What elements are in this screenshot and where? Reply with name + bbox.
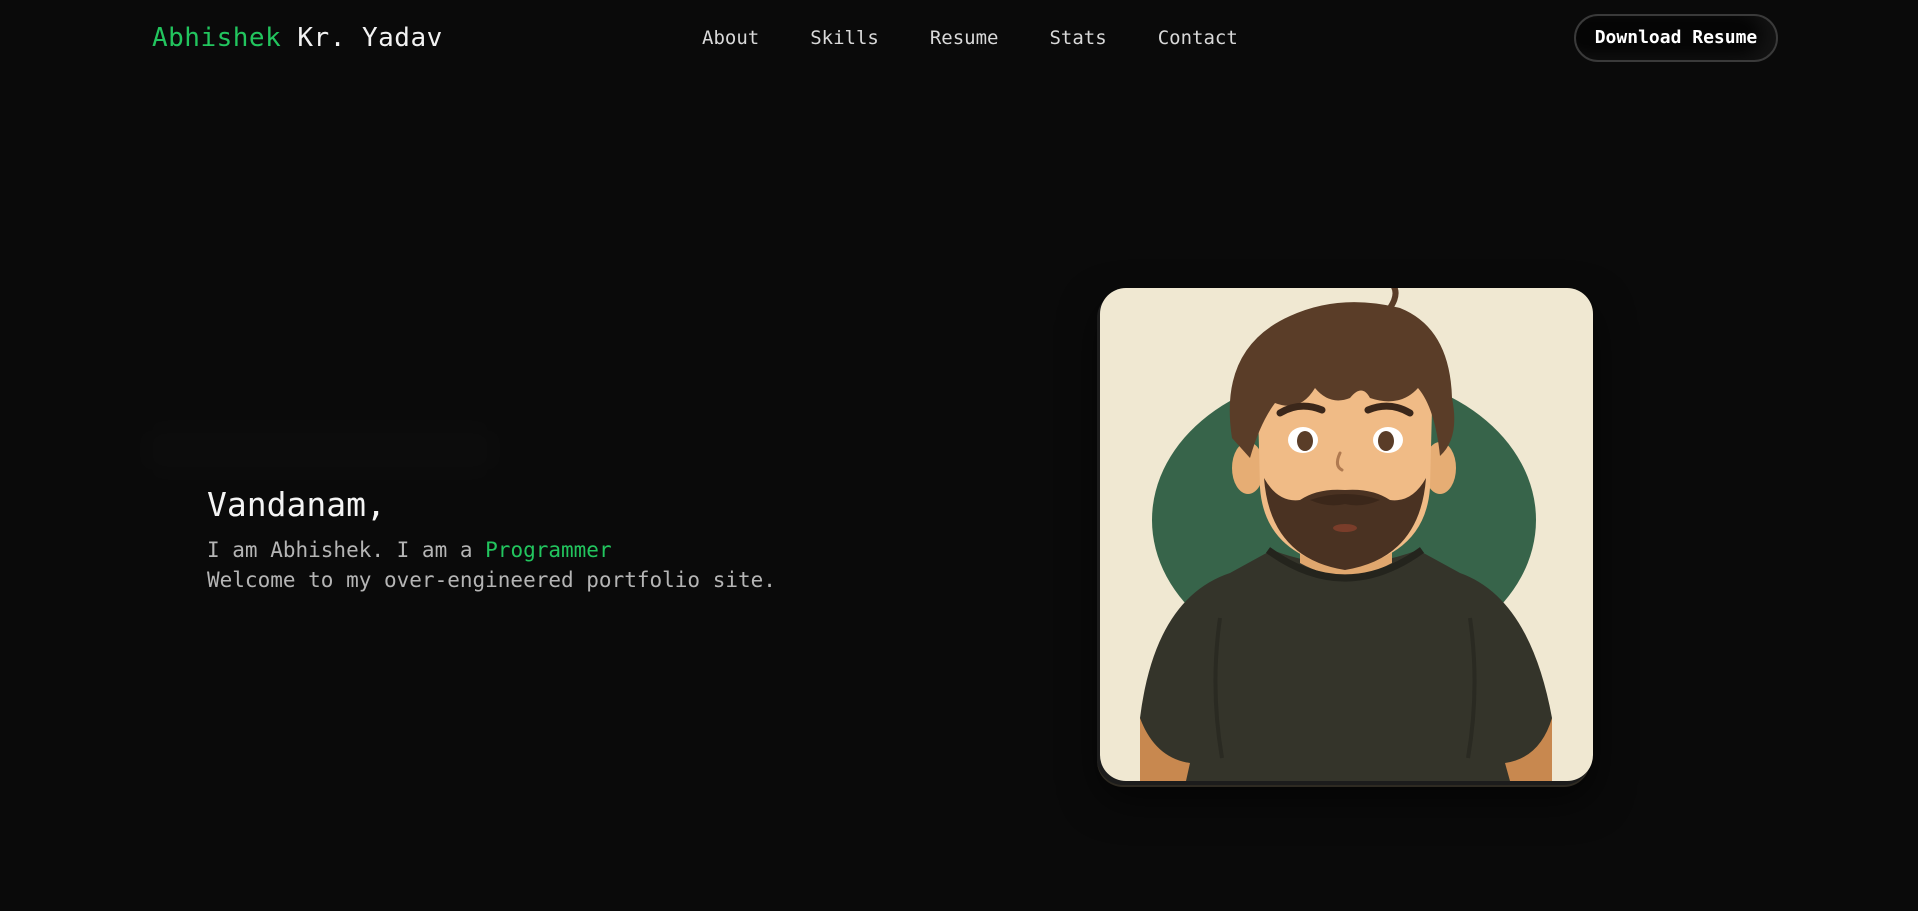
nav-links: About Skills Resume Stats Contact: [702, 24, 1238, 52]
nav-item-about[interactable]: About: [702, 24, 759, 52]
download-resume-button[interactable]: Download Resume: [1574, 14, 1778, 62]
hero-role: Programmer: [485, 538, 612, 562]
brand-last-name: Kr. Yadav: [297, 23, 443, 53]
nav-item-contact[interactable]: Contact: [1158, 24, 1238, 52]
brand-first-name: Abhishek: [152, 23, 282, 53]
nav-item-stats[interactable]: Stats: [1049, 24, 1106, 52]
portfolio-page: Abhishek Kr. Yadav About Skills Resume S…: [0, 0, 1918, 911]
avatar-mouth: [1333, 524, 1357, 532]
hero-tagline: Welcome to my over-engineered portfolio …: [207, 568, 776, 592]
nav-item-skills[interactable]: Skills: [810, 24, 879, 52]
hero-intro: I am Abhishek. I am a Programmer Welcome…: [207, 535, 776, 595]
hero-intro-line: I am Abhishek. I am a Programmer: [207, 535, 776, 565]
top-navbar: Abhishek Kr. Yadav About Skills Resume S…: [0, 0, 1918, 78]
brand-logo[interactable]: Abhishek Kr. Yadav: [152, 20, 443, 56]
cartoon-portrait-icon: [1140, 288, 1552, 781]
hero-glow: [140, 420, 500, 480]
hero-greeting: Vandanam,: [207, 485, 386, 524]
hero-intro-prefix: I am Abhishek. I am a: [207, 538, 486, 562]
avatar-card: [1100, 288, 1593, 781]
nav-item-resume[interactable]: Resume: [930, 24, 999, 52]
